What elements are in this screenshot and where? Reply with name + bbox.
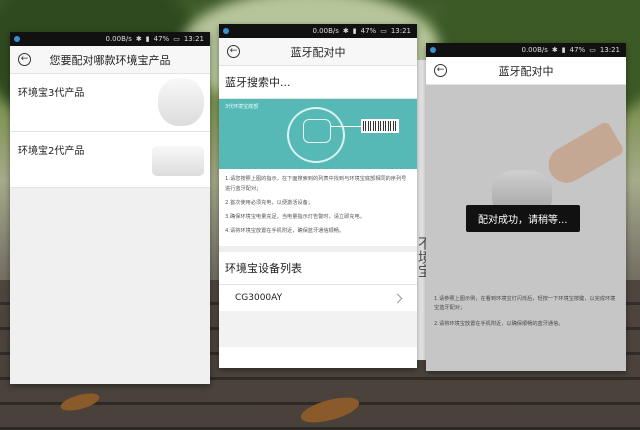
instruction-2: 2.首次使用必须充电，以便激活设备； [225,199,313,206]
title-bar: ← 蓝牙配对中 [219,38,417,66]
instruction-1: 1.请您按照上图的指示，在下面搜索到的列表中找到与环境宝底部相同的序列号进行蓝牙… [225,176,407,192]
phone-screen-pairing-success: 0.00B/s ✱ ▮ 47% ▭ 13:21 ← 蓝牙配对中 1.请参照上图示… [426,43,626,371]
product-gen3-image [158,78,204,126]
status-bar: 0.00B/s ✱ ▮ 47% ▭ 13:21 [426,43,626,57]
chevron-right-icon [392,293,403,304]
battery-level: 47% [360,27,377,35]
instructions: 1.请您按照上图的指示，在下面搜索到的列表中找到与环境宝底部相同的序列号进行蓝牙… [219,169,417,246]
signal-icon: ▮ [352,27,357,35]
battery-icon: ▭ [380,27,387,35]
device-inner-outline [303,119,331,143]
serial-barcode [361,119,399,133]
pairing-illustration: 1.请参照上图示例，在看到环境宝灯闪烁后，轻按一下环境宝按键，以完成环境宝蓝牙配… [426,85,626,371]
notification-icon [430,47,436,53]
battery-icon: ▭ [173,35,180,43]
phone-screen-product-select: 0.00B/s ✱ ▮ 47% ▭ 13:21 ← 您要配对哪款环境宝产品 环境… [10,32,210,384]
signal-icon: ▮ [561,46,566,54]
back-arrow-icon[interactable]: ← [18,53,31,66]
device-list-title: 环境宝设备列表 [219,246,417,286]
product-name: 环境宝2代产品 [18,146,85,157]
back-arrow-icon[interactable]: ← [227,45,240,58]
status-bar: 0.00B/s ✱ ▮ 47% ▭ 13:21 [10,32,210,46]
diagram-label: 3代环境宝底部 [225,104,259,110]
clock: 13:21 [390,27,411,35]
network-speed: 0.00B/s [521,46,548,54]
clock: 13:21 [599,46,620,54]
pointer-line [331,126,361,127]
success-toast: 配对成功，请稍等... [466,205,580,232]
network-speed: 0.00B/s [312,27,339,35]
notification-icon [14,36,20,42]
network-speed: 0.00B/s [105,35,132,43]
searching-status: 蓝牙搜索中... [219,66,417,99]
back-arrow-icon[interactable]: ← [434,64,447,77]
product-gen2-image [152,146,204,176]
status-bar: 0.00B/s ✱ ▮ 47% ▭ 13:21 [219,24,417,38]
empty-area [10,188,210,384]
instruction-4: 4.请将环境宝放置在手机附近，确保蓝牙通信顺畅。 [225,227,345,234]
title-bar: ← 蓝牙配对中 [426,57,626,85]
battery-level: 47% [569,46,586,54]
instruction-3: 3.确保环境宝电量充足，当电量指示灯告警时，请立即充电。 [225,213,365,220]
product-item-gen3[interactable]: 环境宝3代产品 [10,74,210,132]
bluetooth-icon: ✱ [135,35,142,43]
page-title: 您要配对哪款环境宝产品 [49,53,171,67]
bluetooth-icon: ✱ [342,27,349,35]
bluetooth-icon: ✱ [551,46,558,54]
page-title: 蓝牙配对中 [290,45,346,59]
device-list-item[interactable]: CG3000AY [219,285,417,311]
phone-screen-bluetooth-pairing: 0.00B/s ✱ ▮ 47% ▭ 13:21 ← 蓝牙配对中 蓝牙搜索中...… [219,24,417,368]
title-bar: ← 您要配对哪款环境宝产品 [10,46,210,74]
notification-icon [223,28,229,34]
page-title: 蓝牙配对中 [498,64,554,78]
device-bottom-diagram: 3代环境宝底部 [219,99,417,169]
signal-icon: ▮ [145,35,150,43]
product-name: 环境宝3代产品 [18,88,85,99]
product-item-gen2[interactable]: 环境宝2代产品 [10,132,210,188]
device-serial: CG3000AY [235,293,283,304]
battery-icon: ▭ [589,46,596,54]
battery-level: 47% [153,35,170,43]
empty-area [219,311,417,348]
clock: 13:21 [183,35,204,43]
